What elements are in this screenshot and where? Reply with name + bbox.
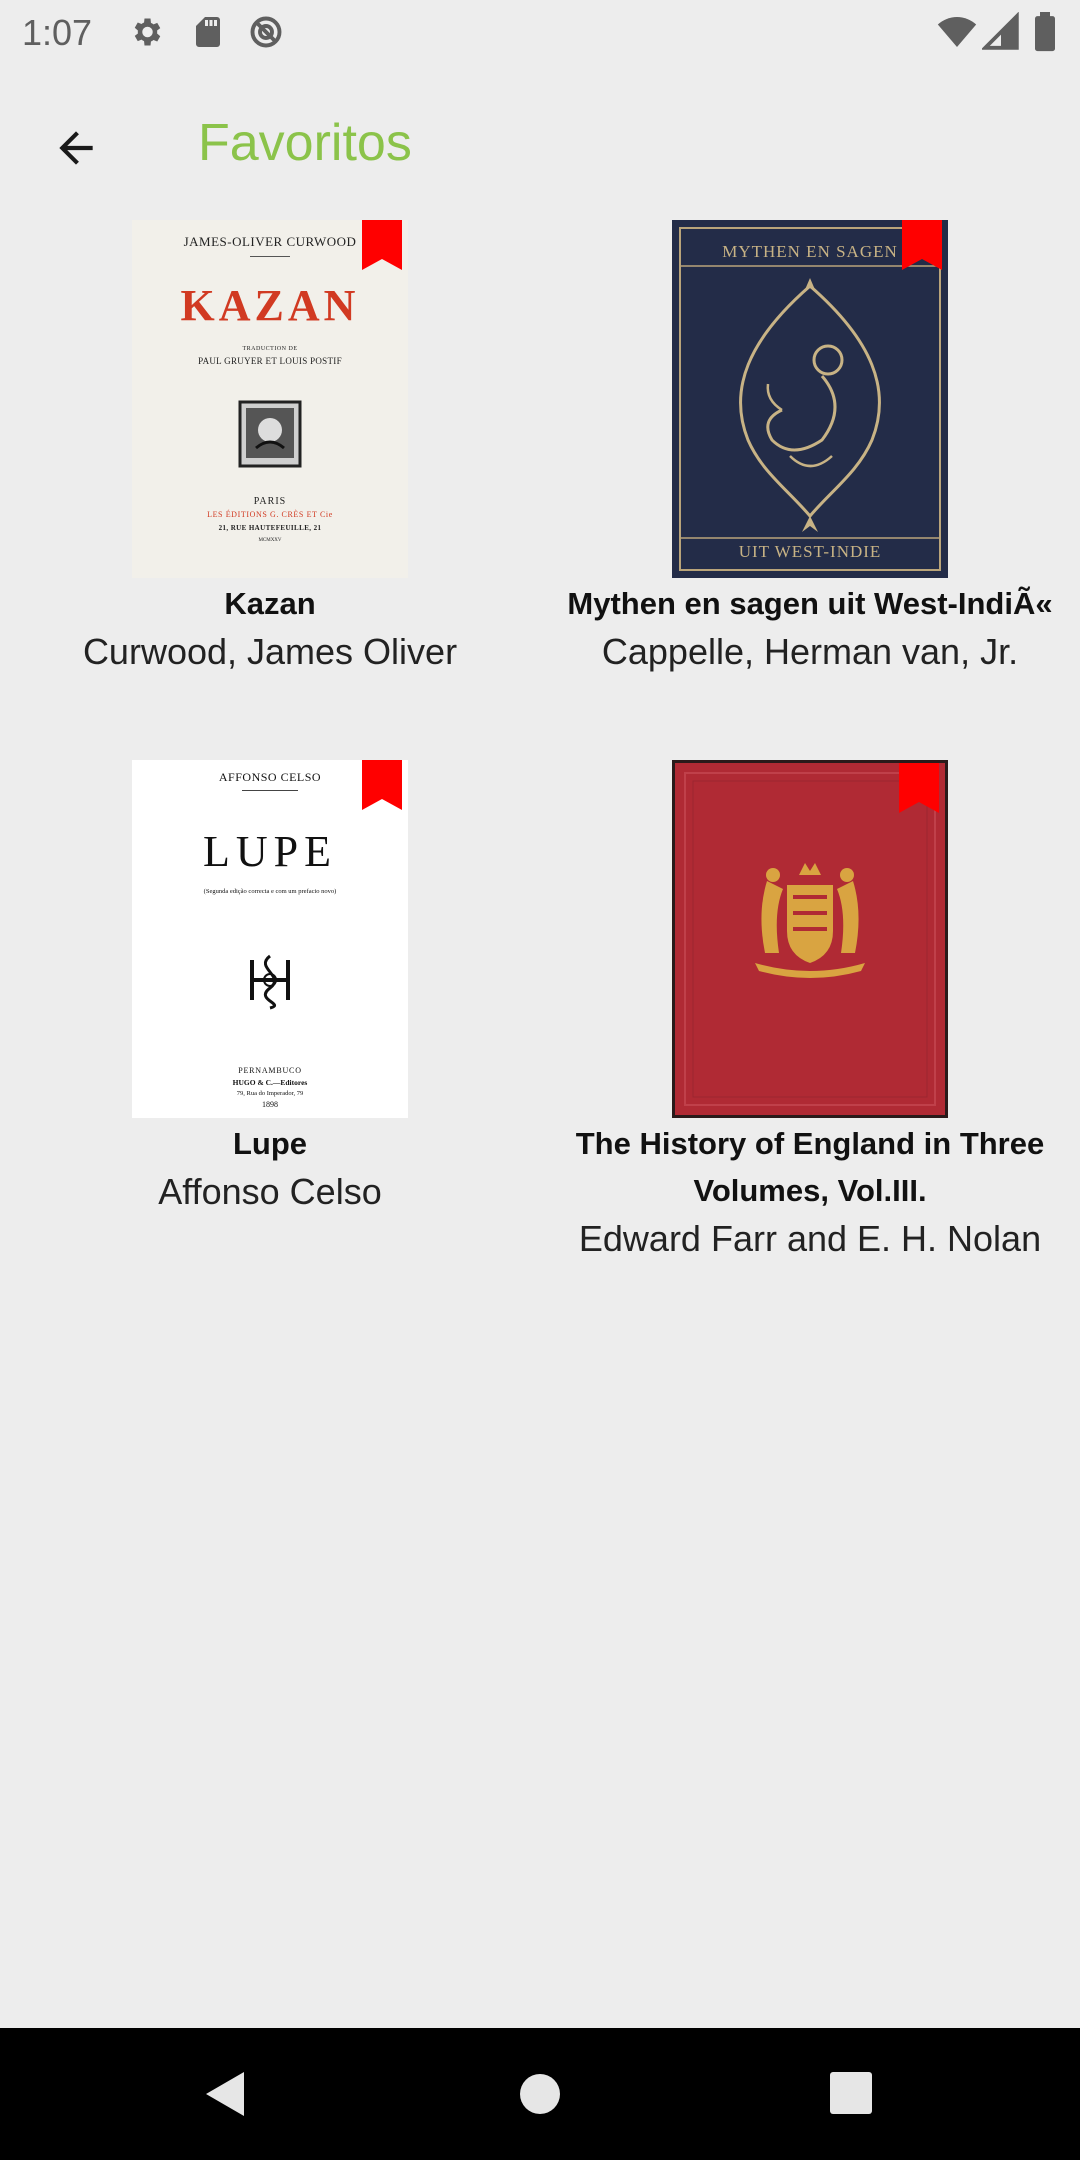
cover-city: PERNAMBUCO	[238, 1066, 302, 1075]
cover-year: MCMXXV	[258, 538, 282, 543]
book-title: Kazan	[224, 586, 316, 621]
recents-square-icon[interactable]	[822, 2064, 882, 2124]
cover-monogram	[250, 954, 290, 1010]
book-cover[interactable]: JAMES-OLIVER CURWOOD KAZAN TRADUCTION DE…	[132, 220, 408, 578]
book-title: Lupe	[232, 1126, 308, 1161]
cover-subtitle: (Segunda edição correcta e com um prefac…	[203, 888, 337, 895]
book-cover[interactable]	[672, 760, 948, 1118]
bookmark-icon[interactable]	[362, 220, 402, 270]
arrow-back-icon	[59, 131, 93, 165]
back-button[interactable]	[38, 110, 114, 186]
gear-icon	[134, 18, 161, 46]
cover-rule	[250, 256, 290, 257]
status-bar: 1:07	[0, 0, 1080, 66]
book-title: Mythen en sagen uit West-IndiÃ«	[567, 586, 1053, 621]
book-title: The History of England in Three Volumes,…	[575, 1126, 1045, 1208]
cover-title: KAZAN	[180, 281, 360, 330]
cover-title: LUPE	[203, 827, 337, 876]
cover-illustration	[679, 227, 941, 571]
book-author: Edward Farr and E. H. Nolan	[578, 1218, 1042, 1259]
book-author: Cappelle, Herman van, Jr.	[601, 631, 1019, 672]
book-card-mythen[interactable]: MYTHEN EN SAGEN UIT WEST-INDIE Mythen en…	[540, 220, 1080, 677]
status-time: 1:07	[22, 12, 93, 53]
bookmark-icon[interactable]	[362, 760, 402, 810]
wifi-icon	[937, 17, 977, 47]
navigation-bar	[0, 2028, 1080, 2160]
battery-icon	[1035, 12, 1055, 52]
cover-emblem	[238, 400, 302, 468]
cover-publisher: HUGO & C.—Editores	[232, 1078, 308, 1087]
page-title: Favoritos	[198, 114, 412, 172]
book-card-lupe[interactable]: AFFONSO CELSO LUPE (Segunda edição corre…	[0, 760, 540, 1217]
app-bar: Favoritos	[0, 96, 1080, 192]
cover-rule	[242, 790, 298, 791]
screen: 1:07 Favoritos JAMES-OLIVER CURWOOD KAZA…	[0, 0, 1080, 2160]
book-author: Affonso Celso	[158, 1171, 382, 1212]
home-circle-icon[interactable]	[510, 2064, 570, 2124]
cover-address: 79, Rua do Imperador, 79	[236, 1090, 304, 1097]
book-card-kazan[interactable]: JAMES-OLIVER CURWOOD KAZAN TRADUCTION DE…	[0, 220, 540, 677]
book-author: Curwood, James Oliver	[82, 631, 458, 672]
back-triangle-icon[interactable]	[196, 2064, 256, 2124]
cover-title-bottom: UIT WEST-INDIE	[738, 542, 882, 561]
book-cover[interactable]: AFFONSO CELSO LUPE (Segunda edição corre…	[132, 760, 408, 1118]
cover-address: 21, RUE HAUTEFEUILLE, 21	[218, 524, 322, 532]
cover-translator-label: TRADUCTION DE	[242, 346, 298, 352]
signal-icon	[982, 12, 1019, 50]
cover-publisher: LES ÉDITIONS G. CRÈS ET Cie	[207, 510, 333, 519]
cover-translators: PAUL GRUYER ET LOUIS POSTIF	[198, 356, 342, 366]
cover-coat-of-arms	[684, 772, 936, 1106]
book-card-history[interactable]: The History of England in Three Volumes,…	[540, 760, 1080, 1264]
cover-year: 1898	[262, 1100, 278, 1109]
cover-city: PARIS	[253, 496, 287, 507]
sd-card-icon	[196, 17, 220, 47]
book-cover[interactable]: MYTHEN EN SAGEN UIT WEST-INDIE	[672, 220, 948, 578]
do-not-disturb-icon	[250, 16, 282, 48]
